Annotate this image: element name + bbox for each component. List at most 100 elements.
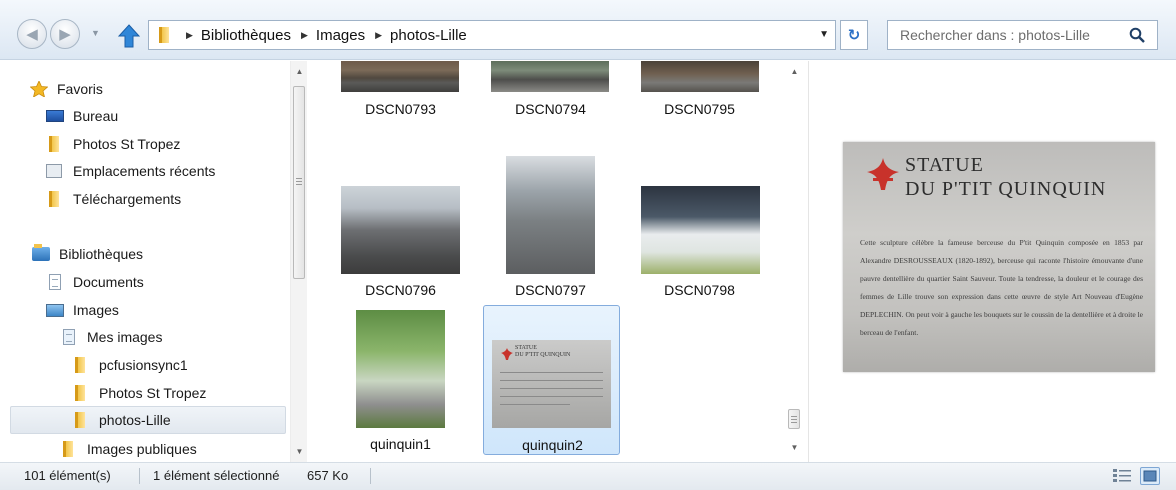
- photo-thumbnail: [491, 61, 609, 92]
- status-divider: [139, 468, 140, 484]
- nav-bureau[interactable]: Bureau: [46, 104, 118, 128]
- preview-image: STATUE DU P'TIT QUINQUIN Cette sculpture…: [843, 142, 1155, 372]
- selection-size: 657 Ko: [307, 468, 349, 483]
- breadcrumb-images[interactable]: Images: [316, 27, 365, 44]
- file-tile[interactable]: DSCN0797: [482, 151, 619, 301]
- nav-downloads[interactable]: Téléchargements: [46, 187, 181, 211]
- nav-label: Images publiques: [87, 441, 197, 457]
- nav-label: Images: [73, 302, 119, 318]
- pictures-folder-icon: [60, 329, 78, 345]
- navigation-pane: Favoris Bureau Photos St Tropez Emplacem…: [0, 61, 310, 462]
- photo-thumbnail: STATUE DU P'TIT QUINQUIN: [492, 340, 611, 428]
- chevron-right-icon[interactable]: ▶: [186, 30, 193, 41]
- star-icon: [29, 80, 49, 98]
- nav-label: Mes images: [87, 329, 163, 345]
- large-icons-view-icon: [1143, 470, 1157, 482]
- library-icon: [32, 244, 50, 262]
- breadcrumb-bibliotheques[interactable]: Bibliothèques: [201, 27, 291, 44]
- small-plaque-subtitle: DU P'TIT QUINQUIN: [515, 352, 571, 358]
- file-tile[interactable]: DSCN0793: [332, 61, 469, 123]
- file-tile[interactable]: DSCN0794: [482, 61, 619, 123]
- fleur-de-lis-icon: [501, 348, 513, 360]
- nav-label: Documents: [73, 274, 144, 290]
- file-tile[interactable]: DSCN0796: [332, 151, 469, 301]
- search-input[interactable]: Rechercher dans : photos-Lille: [900, 27, 1090, 43]
- nav-label: Favoris: [57, 81, 103, 97]
- scroll-down-icon[interactable]: ▼: [291, 443, 308, 460]
- nav-label: Bibliothèques: [59, 246, 144, 262]
- file-tile-selected[interactable]: STATUE DU P'TIT QUINQUIN quinquin2: [483, 305, 620, 455]
- nav-label: Bureau: [73, 108, 119, 124]
- scrollbar-thumb[interactable]: [293, 86, 305, 279]
- photo-thumbnail: [356, 310, 445, 428]
- nav-pcfusionsync1[interactable]: pcfusionsync1: [72, 353, 188, 377]
- arrow-up-icon: [117, 24, 141, 48]
- status-bar: 101 élément(s) 1 élément sélectionné 657…: [0, 462, 1176, 490]
- chevron-right-icon[interactable]: ▶: [301, 30, 308, 41]
- preview-pane: STATUE DU P'TIT QUINQUIN Cette sculpture…: [808, 61, 1176, 462]
- photo-thumbnail: [506, 156, 595, 274]
- selection-info: 1 élément sélectionné: [153, 468, 280, 483]
- fleur-de-lis-icon: [867, 158, 899, 190]
- scrollbar-thumb[interactable]: [788, 409, 800, 429]
- file-list: DSCN0793 DSCN0794 DSCN0795 DSCN0796 DSCN…: [312, 61, 806, 462]
- folder-icon: [60, 441, 78, 457]
- scroll-up-icon[interactable]: ▲: [786, 63, 803, 80]
- photo-thumbnail: [341, 61, 459, 92]
- folder-icon: [46, 191, 64, 207]
- nav-recent-places[interactable]: Emplacements récents: [46, 159, 215, 183]
- address-bar[interactable]: ▶ Bibliothèques ▶ Images ▶ photos-Lille …: [148, 20, 836, 50]
- arrow-left-icon: ◀: [26, 26, 38, 43]
- nav-photos-lille[interactable]: photos-Lille: [10, 406, 286, 434]
- folder-icon: [72, 412, 90, 428]
- search-box[interactable]: Rechercher dans : photos-Lille: [887, 20, 1158, 50]
- forward-button[interactable]: ▶: [50, 19, 80, 49]
- nav-libraries[interactable]: Bibliothèques: [32, 242, 143, 266]
- file-name: DSCN0793: [365, 101, 436, 117]
- file-tile[interactable]: DSCN0798: [631, 151, 768, 301]
- address-dropdown-icon[interactable]: ▼: [819, 29, 829, 40]
- file-name: quinquin1: [370, 436, 431, 452]
- file-tile[interactable]: quinquin1: [332, 306, 469, 456]
- desktop-icon: [46, 108, 64, 124]
- nav-label: Emplacements récents: [73, 163, 216, 179]
- plaque-subtitle: DU P'TIT QUINQUIN: [905, 178, 1107, 200]
- large-icons-view-button[interactable]: [1140, 467, 1160, 485]
- nav-label: Photos St Tropez: [73, 136, 181, 152]
- navigation-toolbar: ◀ ▶ ▼ ▶ Bibliothèques ▶ Images ▶ photos-…: [0, 0, 1176, 60]
- nav-documents[interactable]: Documents: [46, 270, 144, 294]
- chevron-right-icon[interactable]: ▶: [375, 30, 382, 41]
- back-button[interactable]: ◀: [17, 19, 47, 49]
- nav-images-publiques[interactable]: Images publiques: [60, 437, 197, 461]
- recent-pages-dropdown[interactable]: ▼: [91, 28, 100, 38]
- scroll-up-icon[interactable]: ▲: [291, 63, 308, 80]
- file-name: DSCN0794: [515, 101, 586, 117]
- plaque-text: Cette sculpture célèbre la fameuse berce…: [860, 238, 1143, 337]
- nav-favorites[interactable]: Favoris: [29, 77, 103, 101]
- navigation-scrollbar[interactable]: ▲ ▼: [290, 61, 307, 462]
- plaque-title: STATUE: [905, 154, 984, 176]
- nav-photos-st-tropez-fav[interactable]: Photos St Tropez: [46, 132, 180, 156]
- refresh-button[interactable]: ↻: [840, 20, 868, 50]
- nav-label: Téléchargements: [73, 191, 182, 207]
- folder-icon: [156, 27, 176, 43]
- file-list-scrollbar[interactable]: ▲ ▼: [786, 61, 803, 462]
- up-folder-button[interactable]: [117, 24, 141, 48]
- photo-thumbnail: [341, 186, 460, 274]
- nav-mes-images[interactable]: Mes images: [60, 325, 162, 349]
- file-name: DSCN0798: [664, 282, 735, 298]
- file-name: quinquin2: [522, 437, 583, 453]
- file-tile[interactable]: DSCN0795: [631, 61, 768, 123]
- breadcrumb-photos-lille[interactable]: photos-Lille: [390, 27, 467, 44]
- small-plaque-title: STATUE: [515, 345, 537, 351]
- folder-icon: [72, 357, 90, 373]
- arrow-right-icon: ▶: [59, 26, 71, 43]
- search-icon[interactable]: [1129, 27, 1145, 43]
- scroll-down-icon[interactable]: ▼: [786, 439, 803, 456]
- nav-label: Photos St Tropez: [99, 385, 207, 401]
- nav-images[interactable]: Images: [46, 298, 119, 322]
- photo-thumbnail: [641, 61, 759, 92]
- nav-photos-st-tropez[interactable]: Photos St Tropez: [72, 381, 206, 405]
- details-view-icon[interactable]: [1113, 468, 1131, 484]
- photo-thumbnail: [641, 186, 760, 274]
